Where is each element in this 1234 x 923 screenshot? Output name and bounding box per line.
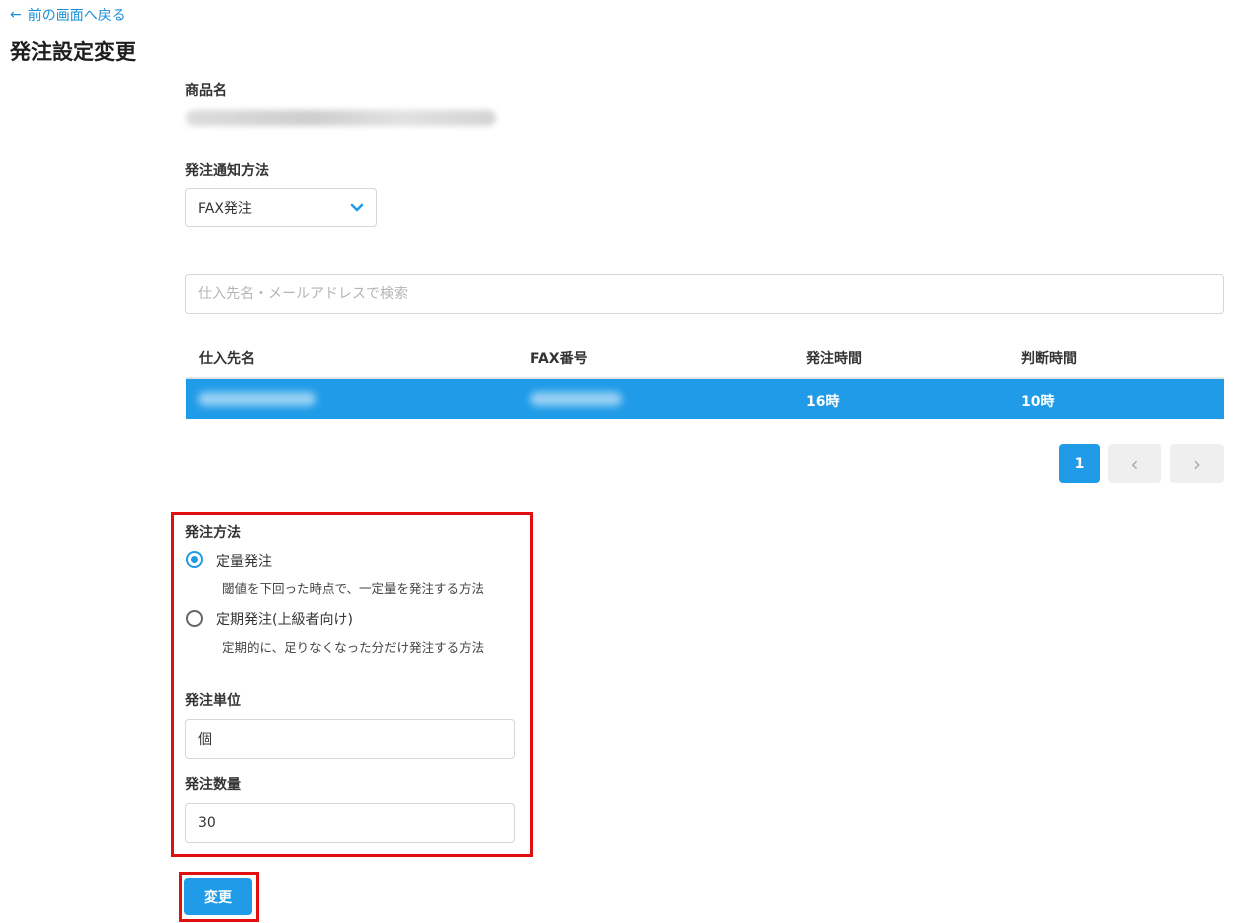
fax-number-redacted [530, 392, 622, 406]
fixed-quantity-label[interactable]: 定量発注 [216, 551, 272, 571]
next-page-button[interactable]: › [1170, 444, 1224, 483]
notify-method-select[interactable]: FAX発注 [185, 188, 377, 227]
product-name-value-redacted [186, 110, 496, 126]
change-button[interactable]: 変更 [184, 878, 252, 915]
column-header-judge-time: 判断時間 [1021, 351, 1077, 367]
column-header-fax: FAX番号 [530, 351, 588, 367]
back-link[interactable]: ← 前の画面へ戻る [10, 5, 126, 25]
periodic-label[interactable]: 定期発注(上級者向け) [216, 609, 353, 629]
periodic-description: 定期的に、足りなくなった分だけ発注する方法 [222, 640, 485, 655]
prev-page-button[interactable]: ‹ [1108, 444, 1161, 483]
notify-method-label: 発注通知方法 [185, 163, 269, 179]
fixed-quantity-description: 閾値を下回った時点で、一定量を発注する方法 [222, 581, 485, 596]
page-1-button[interactable]: 1 [1059, 444, 1100, 483]
table-row[interactable]: 16時 10時 [186, 379, 1224, 419]
page-title: 発注設定変更 [10, 40, 136, 64]
notify-method-selected-value: FAX発注 [198, 200, 252, 217]
radio-periodic[interactable] [186, 610, 203, 627]
order-method-label: 発注方法 [185, 525, 241, 541]
product-name-label: 商品名 [185, 83, 227, 99]
judge-time-cell: 10時 [1021, 394, 1055, 410]
order-quantity-label: 発注数量 [185, 777, 241, 793]
back-link-label: 前の画面へ戻る [27, 8, 126, 24]
order-time-cell: 16時 [806, 394, 840, 410]
column-header-supplier: 仕入先名 [199, 351, 255, 367]
radio-fixed-quantity[interactable] [186, 551, 203, 568]
table-header: 仕入先名 FAX番号 発注時間 判断時間 [186, 337, 1224, 379]
supplier-table: 仕入先名 FAX番号 発注時間 判断時間 16時 10時 [186, 337, 1224, 419]
column-header-order-time: 発注時間 [806, 351, 862, 367]
order-unit-input[interactable] [185, 719, 515, 759]
chevron-down-icon [350, 203, 364, 211]
order-quantity-input[interactable] [185, 803, 515, 843]
arrow-left-icon: ← [10, 7, 22, 23]
order-unit-label: 発注単位 [185, 693, 241, 709]
supplier-name-redacted [198, 392, 316, 406]
supplier-search-input[interactable] [185, 274, 1224, 314]
